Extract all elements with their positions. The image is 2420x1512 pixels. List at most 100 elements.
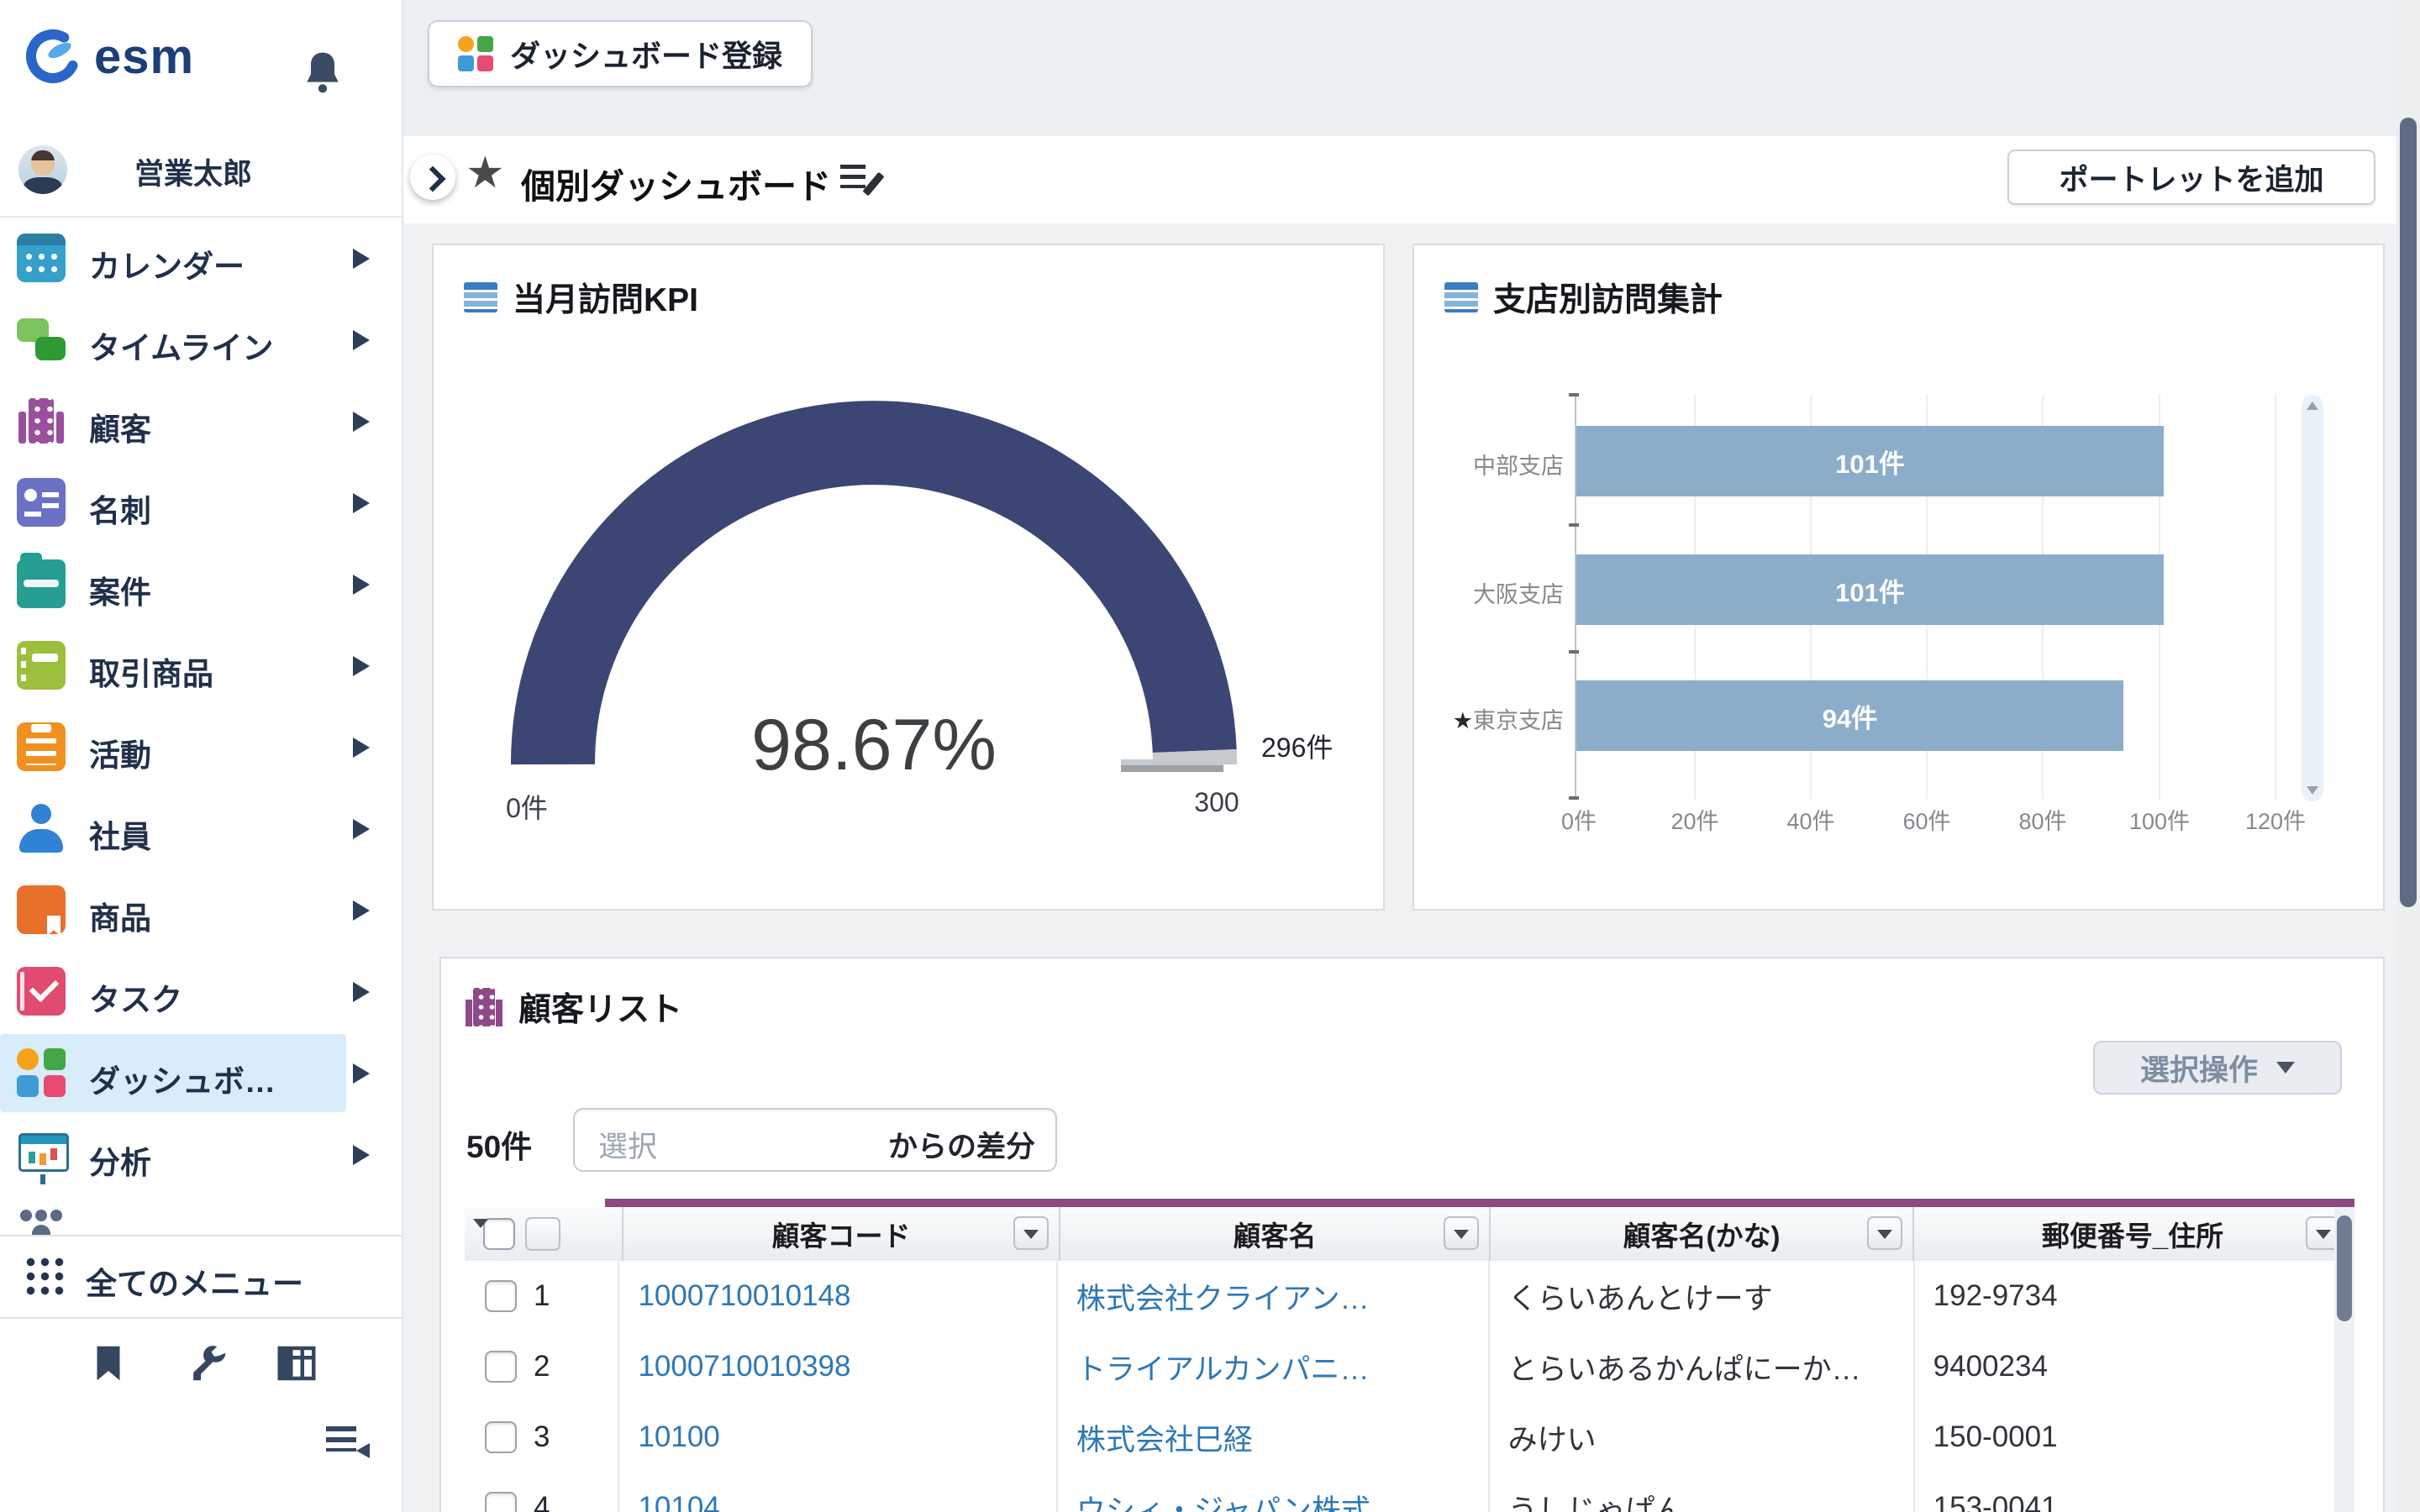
sidebar-item-timeline[interactable]: タイムライン: [0, 299, 402, 381]
notifications-bell-icon[interactable]: [299, 49, 346, 96]
chart-scrollbar[interactable]: [2302, 395, 2323, 801]
sidebar-item-employees[interactable]: 社員: [0, 788, 402, 869]
sidebar-item-label: 取引商品: [89, 648, 213, 694]
category-label-chubu: 中部支店: [1418, 448, 1564, 480]
chevron-right-icon: [353, 982, 370, 1002]
customer-name-link[interactable]: ウシィ・ジャパン株式…: [1058, 1473, 1490, 1512]
customer-code-link[interactable]: 10100: [619, 1402, 1057, 1473]
sidebar-item-cases[interactable]: 案件: [0, 543, 402, 625]
grid-dots-icon: [24, 1255, 66, 1298]
table-scrollbar-thumb[interactable]: [2337, 1215, 2352, 1321]
bar-value-label: 94件: [1823, 697, 1877, 735]
header-customer-kana[interactable]: 顧客名(かな): [1491, 1207, 1914, 1261]
portlet-title-row: 支店別訪問集計: [1444, 274, 1723, 321]
customer-building-icon: [465, 988, 503, 1026]
select-dropdown-button[interactable]: [525, 1217, 560, 1251]
user-row[interactable]: 営業太郎: [0, 139, 402, 216]
business-card-icon: [17, 478, 66, 527]
sidebar-item-clipped[interactable]: [0, 1198, 402, 1235]
sidebar-item-customers[interactable]: 顧客: [0, 381, 402, 462]
task-check-icon: [17, 967, 66, 1016]
wrench-icon[interactable]: [185, 1341, 230, 1386]
row-number: 2: [534, 1350, 550, 1383]
customer-kana: うしじゃぱん: [1490, 1473, 1915, 1512]
x-tick-label: 100件: [2109, 803, 2210, 836]
sidebar-item-products[interactable]: 商品: [0, 869, 402, 951]
add-portlet-button[interactable]: ポートレットを追加: [2007, 150, 2375, 205]
page-scrollbar[interactable]: [2396, 0, 2420, 1512]
page-scrollbar-thumb[interactable]: [2400, 118, 2417, 907]
dashboard-register-label: ダッシュボード登録: [510, 32, 782, 76]
sidebar-item-dashboard[interactable]: ダッシュボ…: [0, 1032, 402, 1114]
select-placeholder[interactable]: 選択: [598, 1123, 657, 1166]
diff-filter-control[interactable]: 選択 からの差分: [573, 1108, 1057, 1172]
logo-text: esm: [94, 29, 194, 85]
portlet-monthly-visit-kpi: 当月訪問KPI 98.67% 0件 300 296件: [432, 244, 1385, 911]
sidebar-item-label: 名刺: [89, 486, 151, 531]
expand-panel-button[interactable]: [410, 155, 455, 200]
customer-code-link[interactable]: 1000710010398: [619, 1331, 1057, 1402]
row-checkbox[interactable]: [485, 1280, 517, 1312]
sidebar-item-label: 分析: [89, 1137, 151, 1183]
gauge-min-label: 0件: [460, 787, 594, 826]
customer-building-icon: [17, 396, 66, 445]
analysis-chart-icon: [17, 1130, 66, 1179]
row-checkbox[interactable]: [485, 1351, 517, 1383]
sidebar-item-label: 社員: [89, 811, 151, 857]
column-dropdown-button[interactable]: [1444, 1216, 1479, 1250]
customer-name-link[interactable]: トライアルカンパニ…: [1058, 1331, 1490, 1402]
bar-osaka: 101件: [1576, 554, 2164, 625]
table-row: 3 10100 株式会社巳経 みけい 150-0001: [465, 1402, 2354, 1474]
row-checkbox[interactable]: [485, 1492, 517, 1512]
sidebar-tools: [0, 1337, 402, 1396]
esm-logo[interactable]: esm: [22, 25, 194, 87]
header-customer-code[interactable]: 顧客コード: [623, 1207, 1060, 1261]
sidebar-item-activities[interactable]: 活動: [0, 706, 402, 788]
page-title: 個別ダッシュボード: [521, 158, 831, 208]
portlet-title: 支店別訪問集計: [1493, 274, 1723, 321]
sidebar-item-label: 顧客: [89, 404, 151, 449]
table-scrollbar[interactable]: [2334, 1207, 2354, 1512]
trade-products-icon: [17, 641, 66, 690]
row-number: 1: [534, 1279, 550, 1313]
chevron-right-icon: [353, 249, 370, 269]
bar-value-label: 101件: [1835, 571, 1905, 609]
customer-kana: とらいあるかんぱにーか…: [1490, 1331, 1915, 1402]
portlet-title-row: 当月訪問KPI: [464, 274, 698, 321]
customer-code-link[interactable]: 10104: [619, 1473, 1057, 1512]
sidebar: esm 営業太郎 カレンダー タイムライン 顧客: [0, 0, 403, 1512]
sidebar-item-calendar[interactable]: カレンダー: [0, 218, 402, 299]
report-rows-icon: [1444, 282, 1478, 312]
bar-chubu: 101件: [1576, 426, 2164, 496]
x-tick-label: 80件: [1992, 803, 2093, 836]
chevron-right-icon: [419, 165, 445, 192]
header-postal-address[interactable]: 郵便番号_住所: [1914, 1207, 2353, 1261]
bar-value-label: 101件: [1835, 443, 1905, 480]
column-dropdown-button[interactable]: [1867, 1216, 1902, 1250]
favorite-star-icon[interactable]: ★: [466, 148, 505, 198]
sidebar-item-label: タイムライン: [89, 323, 273, 368]
x-tick-label: 0件: [1528, 803, 1629, 836]
bookmark-icon[interactable]: [86, 1341, 131, 1386]
sidebar-item-analysis[interactable]: 分析: [0, 1114, 402, 1195]
header-customer-name[interactable]: 顧客名: [1060, 1207, 1491, 1261]
customer-name-link[interactable]: 株式会社クライアン…: [1058, 1261, 1490, 1331]
row-checkbox[interactable]: [485, 1421, 517, 1453]
sidebar-item-tasks[interactable]: タスク: [0, 951, 402, 1032]
portlet-title-row: 顧客リスト: [465, 984, 682, 1031]
sidebar-item-trade-products[interactable]: 取引商品: [0, 625, 402, 706]
column-dropdown-button[interactable]: [1013, 1216, 1049, 1250]
customer-code-link[interactable]: 1000710010148: [619, 1261, 1057, 1331]
sidebar-menu: カレンダー タイムライン 顧客 名刺 案件: [0, 218, 402, 1195]
edit-list-icon[interactable]: [840, 161, 879, 198]
dashboard-register-button[interactable]: ダッシュボード登録: [428, 20, 813, 87]
sidebar-item-all-menu[interactable]: 全てのメニュー: [0, 1235, 402, 1319]
collapse-sidebar-icon[interactable]: [324, 1421, 370, 1467]
chevron-right-icon: [353, 575, 370, 595]
selection-actions-button[interactable]: 選択操作: [2093, 1041, 2342, 1095]
table-icon[interactable]: [274, 1341, 319, 1386]
sidebar-item-business-cards[interactable]: 名刺: [0, 462, 402, 543]
timeline-icon: [17, 315, 66, 364]
chevron-right-icon: [353, 412, 370, 432]
customer-name-link[interactable]: 株式会社巳経: [1058, 1402, 1490, 1473]
